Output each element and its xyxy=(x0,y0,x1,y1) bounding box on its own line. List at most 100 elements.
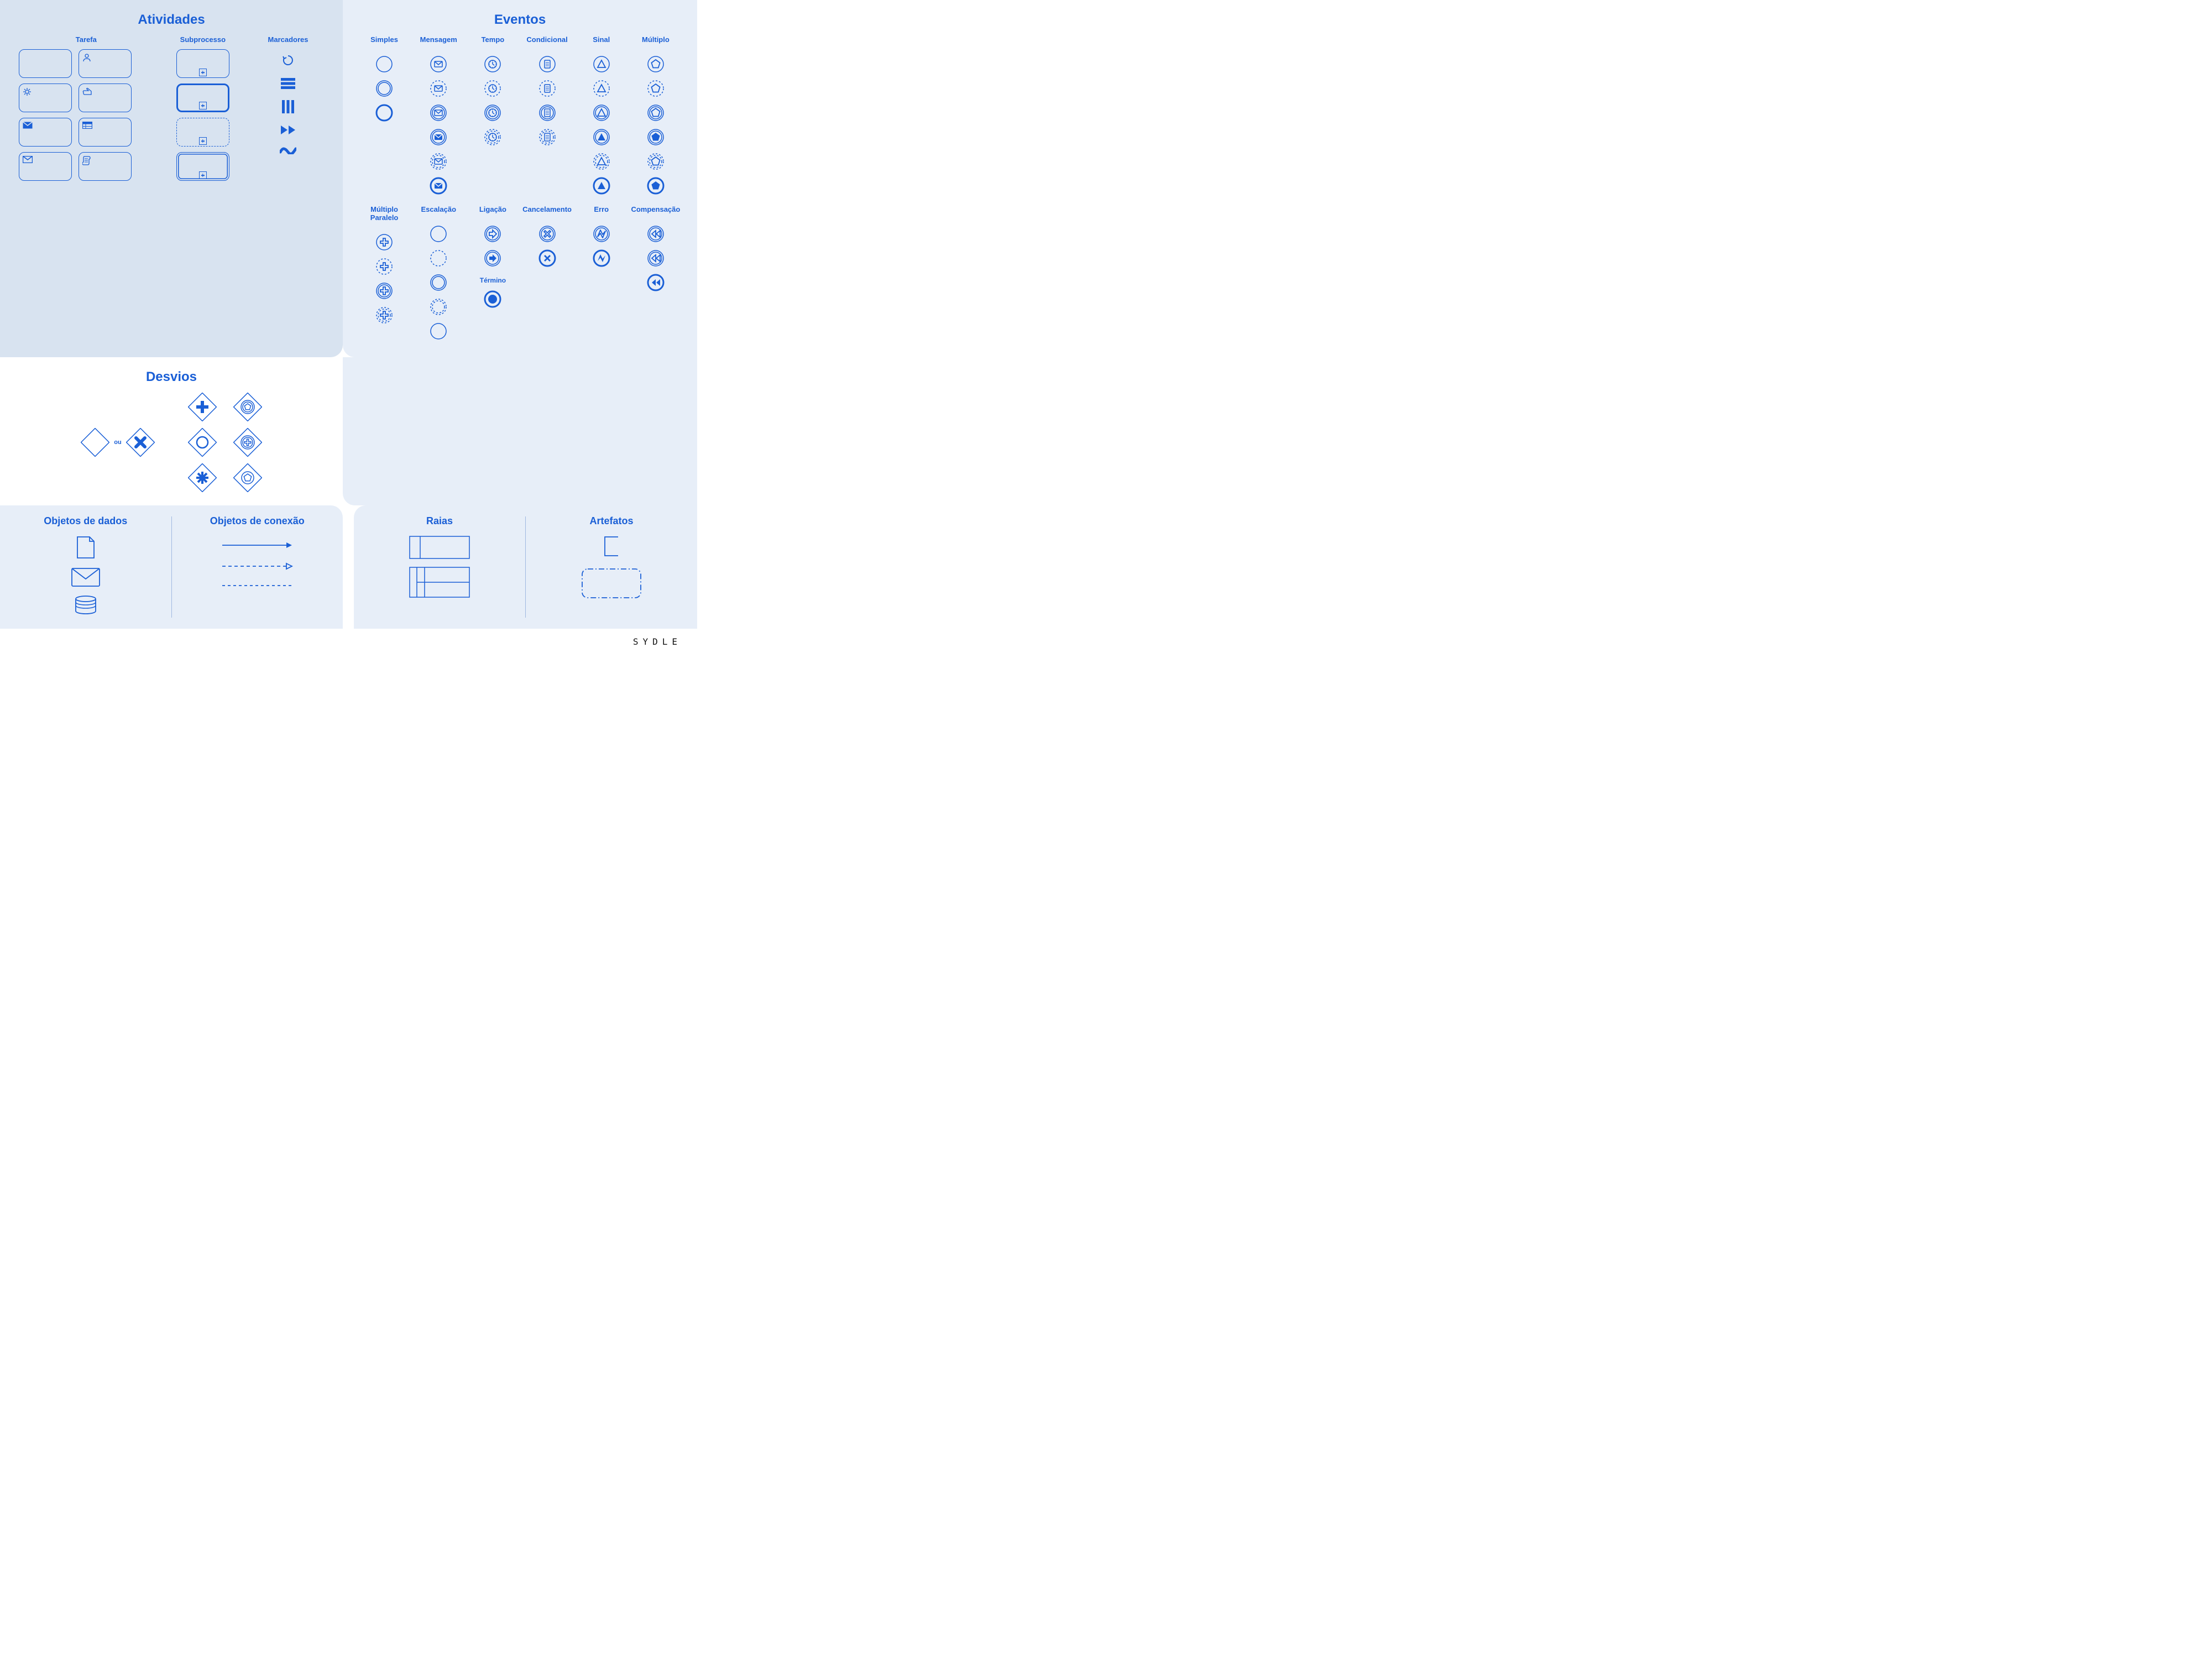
ev-tempo-title: Tempo xyxy=(482,35,505,44)
event-timer-noni-boundary-icon xyxy=(483,128,502,147)
event-comp-throw-icon xyxy=(646,249,665,268)
subprocess-normal xyxy=(176,49,229,78)
ou-label: ou xyxy=(114,439,121,446)
event-error-boundary-icon xyxy=(592,224,611,243)
event-multi-noni-start-icon xyxy=(646,79,665,98)
event-parmulti-intermediate-icon xyxy=(375,281,394,300)
task-user xyxy=(79,49,132,78)
artefatos-title: Artefatos xyxy=(531,515,692,527)
event-msg-end-icon xyxy=(429,176,448,195)
event-msg-noni-start-icon xyxy=(429,79,448,98)
objconexao-title: Objetos de conexão xyxy=(177,515,338,527)
task-send xyxy=(19,118,72,147)
task-receive xyxy=(19,152,72,181)
event-comp-end-icon xyxy=(646,273,665,292)
event-parmulti-start-icon xyxy=(375,233,394,252)
event-simple-end-icon xyxy=(375,103,394,122)
gateway-exclusive-icon xyxy=(126,428,155,457)
brand-logo: SYDLE xyxy=(0,629,697,657)
desvios-title: Desvios xyxy=(6,369,337,385)
event-esc-start-icon xyxy=(429,224,448,243)
ev-mensagem-title: Mensagem xyxy=(420,35,457,44)
event-signal-noni-start-icon xyxy=(592,79,611,98)
subprocess-call xyxy=(176,152,229,181)
event-esc-intermediate-icon xyxy=(429,273,448,292)
event-signal-noni-boundary-icon xyxy=(592,152,611,171)
panel-bottom-right: Raias Artefatos xyxy=(354,505,697,629)
event-cond-noni-boundary-icon xyxy=(538,128,557,147)
event-msg-catch-icon xyxy=(429,103,448,122)
event-parmulti-noni-boundary-icon xyxy=(375,306,394,325)
ev-cancel-title: Cancelamento xyxy=(522,205,572,213)
event-link-catch-icon xyxy=(483,224,502,243)
ev-escalacao-title: Escalação xyxy=(421,205,456,213)
marcadores-title: Marcadores xyxy=(252,35,324,44)
ev-termino-title: Término xyxy=(480,276,506,284)
message-flow-icon xyxy=(221,562,293,570)
ev-simples-title: Simples xyxy=(370,35,398,44)
gateway-none-icon xyxy=(81,428,109,457)
subprocess-transaction xyxy=(176,83,229,112)
eventos-title: Eventos xyxy=(348,12,692,28)
event-error-end-icon xyxy=(592,249,611,268)
ev-erro-title: Erro xyxy=(594,205,609,213)
event-timer-intermediate-icon xyxy=(483,103,502,122)
sequence-flow-icon xyxy=(221,541,293,549)
event-signal-catch-icon xyxy=(592,103,611,122)
event-cancel-boundary-icon xyxy=(538,224,557,243)
group-icon xyxy=(581,568,642,599)
event-esc-noni-start-icon xyxy=(429,249,448,268)
raias-title: Raias xyxy=(359,515,520,527)
event-signal-start-icon xyxy=(592,55,611,74)
task-manual xyxy=(79,83,132,112)
event-multi-start-icon xyxy=(646,55,665,74)
panel-atividades: Atividades Tarefa xyxy=(0,0,343,357)
pool-icon xyxy=(409,536,470,559)
data-object-icon xyxy=(76,536,95,559)
ev-comp-title: Compensação xyxy=(631,205,680,213)
event-cancel-end-icon xyxy=(538,249,557,268)
gateway-parallel-eventbased-icon xyxy=(233,428,262,457)
tarefa-title: Tarefa xyxy=(19,35,154,44)
event-multi-end-icon xyxy=(646,176,665,195)
ev-ligacao-title: Ligação xyxy=(479,205,506,213)
gateway-inclusive-icon xyxy=(188,428,217,457)
event-msg-start-icon xyxy=(429,55,448,74)
objdados-title: Objetos de dados xyxy=(6,515,166,527)
event-multi-throw-icon xyxy=(646,128,665,147)
event-signal-end-icon xyxy=(592,176,611,195)
event-esc-noni-boundary-icon xyxy=(429,297,448,316)
lanes-icon xyxy=(409,567,470,598)
event-simple-intermediate-icon xyxy=(375,79,394,98)
annotation-icon xyxy=(604,536,619,557)
panel-eventos: Eventos xyxy=(343,0,697,357)
panel-bottom-left: Objetos de dados Objetos de conexão xyxy=(0,505,343,629)
gateway-parallel-icon xyxy=(188,393,217,421)
ev-cond-title: Condicional xyxy=(526,35,567,44)
event-timer-noni-start-icon xyxy=(483,79,502,98)
marker-sequential-icon xyxy=(281,78,295,89)
marker-loop-icon xyxy=(281,54,295,67)
datastore-icon xyxy=(75,596,97,615)
association-icon xyxy=(221,583,293,588)
event-terminate-icon xyxy=(483,290,502,309)
event-msg-noni-boundary-icon xyxy=(429,152,448,171)
event-timer-start-icon xyxy=(483,55,502,74)
gateway-exclusive-eventbased-icon xyxy=(233,463,262,492)
task-businessrule xyxy=(79,118,132,147)
marker-adhoc-icon xyxy=(280,147,296,154)
panel-desvios: Desvios ou xyxy=(0,357,343,505)
event-esc-end-icon xyxy=(429,322,448,341)
event-parmulti-noni-start-icon xyxy=(375,257,394,276)
task-script xyxy=(79,152,132,181)
ev-multiplo-title: Múltiplo xyxy=(642,35,670,44)
event-multi-noni-boundary-icon xyxy=(646,152,665,171)
task-service xyxy=(19,83,72,112)
atividades-title: Atividades xyxy=(6,12,337,28)
marker-parallel-icon xyxy=(282,100,294,113)
event-cond-intermediate-icon xyxy=(538,103,557,122)
gateway-eventbased-icon xyxy=(233,393,262,421)
ev-sinal-title: Sinal xyxy=(593,35,610,44)
event-comp-boundary-icon xyxy=(646,224,665,243)
event-cond-noni-start-icon xyxy=(538,79,557,98)
